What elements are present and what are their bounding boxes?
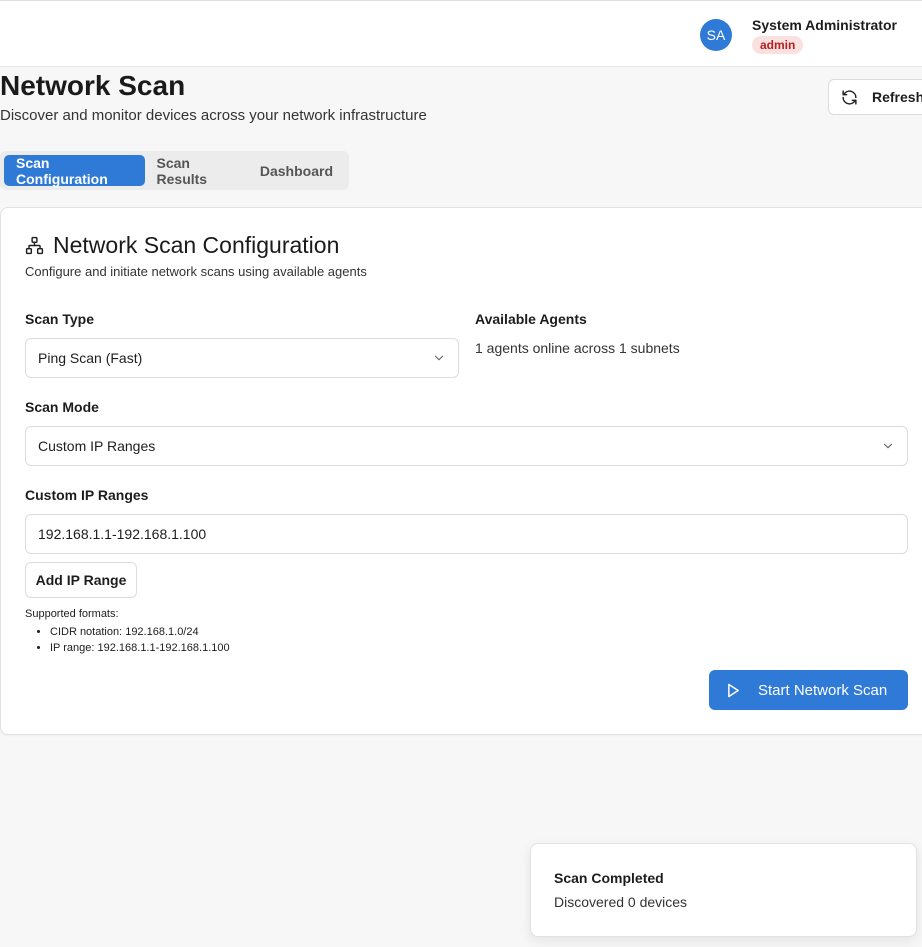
refresh-button[interactable]: Refresh [828,79,922,115]
card-description: Configure and initiate network scans usi… [25,264,367,279]
scan-type-value: Ping Scan (Fast) [38,350,143,366]
add-ip-range-button[interactable]: Add IP Range [25,562,137,598]
custom-ip-ranges-label: Custom IP Ranges [25,487,149,503]
tab-list: Scan Configuration Scan Results Dashboar… [0,151,349,190]
start-network-scan-button[interactable]: Start Network Scan [709,670,908,710]
top-bar: SA System Administrator admin [0,0,922,67]
supported-formats-heading: Supported formats: [25,608,119,620]
card-title-text: Network Scan Configuration [53,232,340,258]
format-item: CIDR notation: 192.168.1.0/24 [50,624,230,640]
role-badge: admin [752,36,804,54]
refresh-icon [842,89,857,105]
scan-mode-select[interactable]: Custom IP Ranges [25,426,908,466]
card-title: Network Scan Configuration [25,232,339,259]
ip-range-input[interactable] [25,514,908,554]
available-agents-text: 1 agents online across 1 subnets [475,340,680,356]
scan-mode-value: Custom IP Ranges [38,438,156,454]
page-subtitle: Discover and monitor devices across your… [0,107,427,124]
scan-mode-label: Scan Mode [25,399,99,415]
user-name: System Administrator [752,17,897,33]
format-item: IP range: 192.168.1.1-192.168.1.100 [50,640,230,656]
start-network-scan-label: Start Network Scan [758,681,888,699]
avatar[interactable]: SA [700,19,732,51]
tab-dashboard[interactable]: Dashboard [248,155,345,186]
play-icon [728,683,739,697]
chevron-down-icon [434,355,444,361]
toast-title: Scan Completed [554,870,664,886]
available-agents-label: Available Agents [475,311,587,327]
toast-notification [530,843,917,937]
supported-formats-list: CIDR notation: 192.168.1.0/24 IP range: … [50,624,230,656]
toast-description: Discovered 0 devices [554,894,688,910]
tab-scan-configuration[interactable]: Scan Configuration [4,155,145,187]
page-title: Network Scan [0,70,186,101]
scan-type-label: Scan Type [25,311,94,327]
chevron-down-icon [883,443,893,449]
network-icon [25,236,44,255]
scan-type-select[interactable]: Ping Scan (Fast) [25,338,459,378]
tab-scan-results[interactable]: Scan Results [145,155,248,187]
refresh-label: Refresh [872,89,922,105]
